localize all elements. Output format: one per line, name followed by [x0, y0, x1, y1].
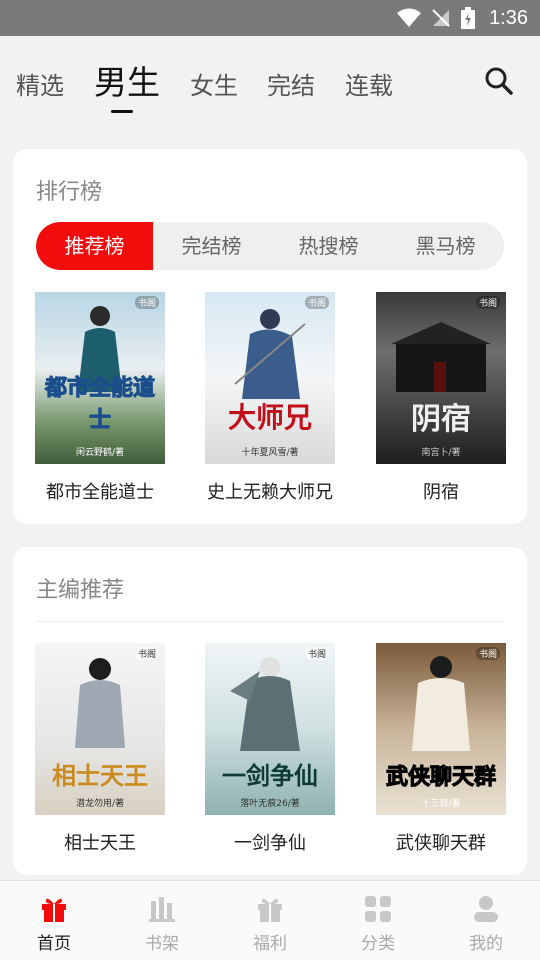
nav-welfare[interactable]: 福利 — [216, 881, 324, 960]
user-icon — [474, 896, 498, 922]
ranking-card: 排行榜 推荐榜 完结榜 热搜榜 黑马榜 书阁 都市全能道士 闲云野鹤/著 都市全… — [13, 149, 527, 524]
divider — [36, 621, 504, 622]
wifi-icon — [397, 8, 422, 27]
book-title: 都市全能道士 — [46, 482, 154, 503]
book-item[interactable]: 书阁 都市全能道士 闲云野鹤/著 都市全能道士 — [35, 292, 165, 504]
clock: 1:36 — [489, 6, 528, 29]
editor-picks-card: 主编推荐 书阁 相士天王 潜龙勿用/著 相士天王 书阁 一剑争仙 落叶无痕26/… — [13, 547, 527, 875]
editor-picks-title: 主编推荐 — [36, 578, 125, 603]
cover-logo: 书阁 — [475, 647, 500, 660]
nav-category[interactable]: 分类 — [324, 881, 432, 960]
gift-icon — [42, 898, 66, 922]
ranking-tabs: 推荐榜 完结榜 热搜榜 黑马榜 — [36, 222, 504, 270]
book-title: 一剑争仙 — [234, 833, 306, 854]
ranking-title: 排行榜 — [36, 180, 103, 205]
book-item[interactable]: 书阁 一剑争仙 落叶无痕26/著 一剑争仙 — [205, 643, 335, 855]
bookshelf-icon — [149, 897, 175, 922]
tab-female[interactable]: 女生 — [190, 66, 238, 101]
book-title: 阴宿 — [423, 482, 459, 503]
book-cover[interactable]: 书阁 阴宿 南宫卜/著 — [376, 292, 506, 464]
nav-home[interactable]: 首页 — [0, 881, 108, 960]
gift-box-icon — [258, 898, 282, 922]
bottom-nav: 首页 书架 福利 分类 我的 — [0, 880, 540, 960]
no-signal-icon — [432, 9, 450, 27]
book-cover[interactable]: 书阁 一剑争仙 落叶无痕26/著 — [205, 643, 335, 815]
book-title: 武侠聊天群 — [396, 833, 486, 854]
book-cover[interactable]: 书阁 相士天王 潜龙勿用/著 — [35, 643, 165, 815]
book-item[interactable]: 书阁 大师兄 十年夏风雪/著 史上无赖大师兄 — [205, 292, 335, 504]
cover-logo: 书阁 — [134, 296, 159, 309]
nav-bookshelf[interactable]: 书架 — [108, 881, 216, 960]
search-icon[interactable] — [484, 66, 514, 96]
cover-logo: 书阁 — [134, 647, 159, 660]
rank-tab-hot-search[interactable]: 热搜榜 — [270, 222, 387, 270]
active-tab-indicator — [111, 110, 133, 113]
rank-tab-dark-horse[interactable]: 黑马榜 — [387, 222, 504, 270]
tab-completed[interactable]: 完结 — [267, 66, 315, 101]
book-item[interactable]: 书阁 相士天王 潜龙勿用/著 相士天王 — [35, 643, 165, 855]
book-cover[interactable]: 书阁 大师兄 十年夏风雪/著 — [205, 292, 335, 464]
rank-tab-recommended[interactable]: 推荐榜 — [36, 222, 153, 270]
book-item[interactable]: 书阁 武侠聊天群 十三叔/著 武侠聊天群 — [376, 643, 506, 855]
battery-charging-icon — [461, 7, 476, 29]
book-title: 史上无赖大师兄 — [207, 482, 333, 503]
category-nav: 精选 男生 女生 完结 连载 — [0, 36, 540, 128]
tab-serializing[interactable]: 连载 — [345, 66, 393, 101]
status-bar: 1:36 — [0, 0, 540, 36]
grid-icon — [365, 896, 391, 922]
book-cover[interactable]: 书阁 都市全能道士 闲云野鹤/著 — [35, 292, 165, 464]
nav-profile[interactable]: 我的 — [432, 881, 540, 960]
book-item[interactable]: 书阁 阴宿 南宫卜/著 阴宿 — [376, 292, 506, 504]
cover-logo: 书阁 — [475, 296, 500, 309]
book-title: 相士天王 — [64, 833, 136, 854]
tab-male[interactable]: 男生 — [94, 56, 160, 104]
tab-featured[interactable]: 精选 — [16, 66, 64, 101]
book-cover[interactable]: 书阁 武侠聊天群 十三叔/著 — [376, 643, 506, 815]
rank-tab-completed[interactable]: 完结榜 — [153, 222, 270, 270]
